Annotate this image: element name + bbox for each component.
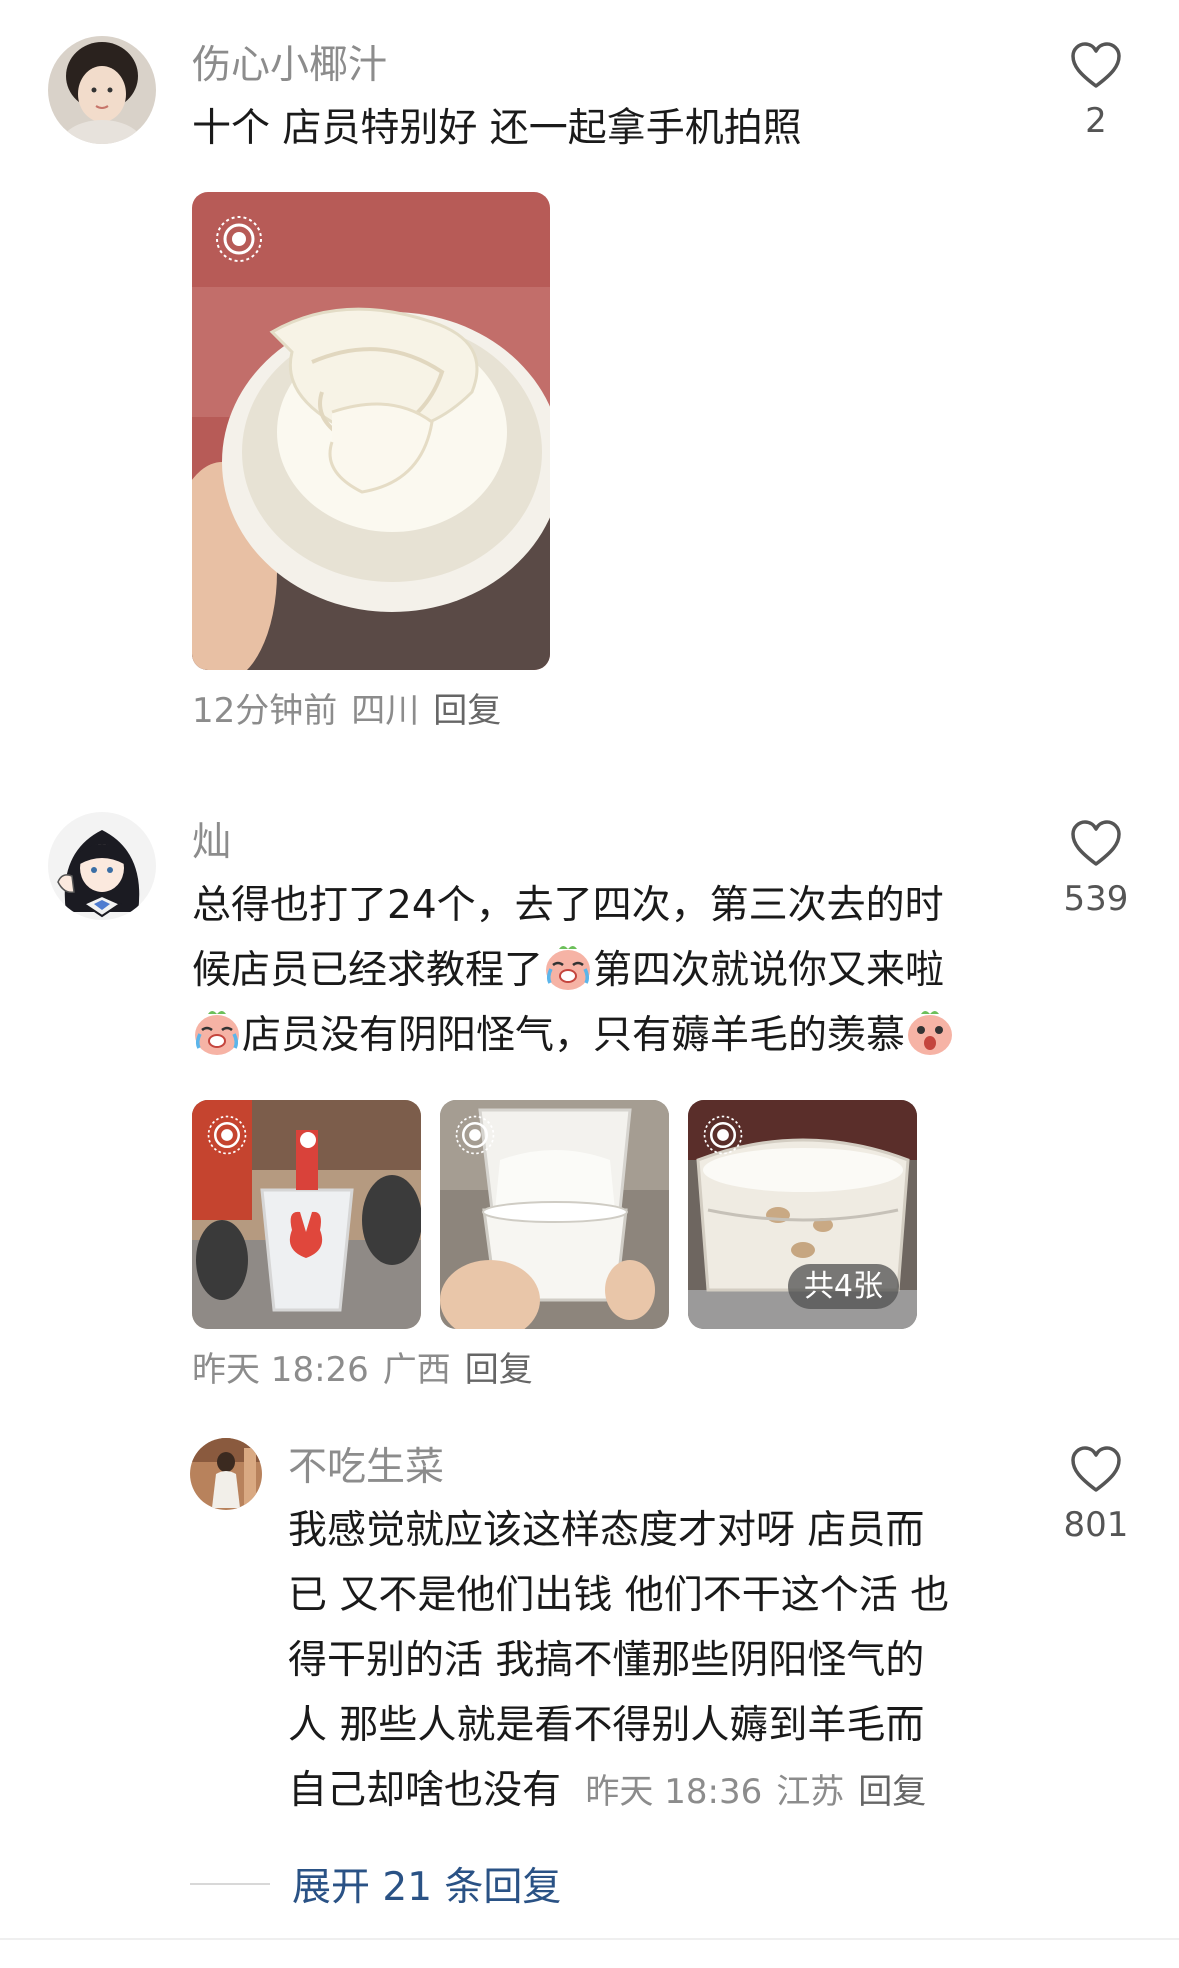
comment-text: 十个 店员特别好 还一起拿手机拍照: [192, 106, 802, 151]
avatar[interactable]: [48, 36, 156, 144]
comment-time: 昨天 18:26: [192, 1350, 369, 1390]
like-button[interactable]: 801: [1056, 1446, 1136, 1542]
reply-time: 昨天 18:36: [585, 1772, 763, 1812]
reply-button[interactable]: 回复: [433, 691, 501, 731]
comment-image[interactable]: [192, 192, 550, 670]
comment-segment: 第四次就说你又来啦: [593, 948, 945, 993]
live-photo-icon: [207, 1115, 247, 1155]
comment-meta: 12分钟前 四川 回复: [192, 694, 515, 728]
expand-replies[interactable]: 展开 21 条回复: [190, 1856, 561, 1912]
reply-line: 已 又不是他们出钱 他们不干这个活 也: [288, 1573, 950, 1618]
comment-segment: 店员没有阴阳怪气，只有薅羊毛的羡慕: [242, 1013, 906, 1058]
live-photo-icon: [703, 1115, 743, 1155]
heart-outline-icon: [1071, 1446, 1121, 1492]
comment-line: 店员没有阴阳怪气，只有薅羊毛的羡慕: [192, 1003, 955, 1068]
reply-location: 江苏: [776, 1772, 845, 1812]
comment-time: 12分钟前: [192, 691, 338, 731]
reply-button[interactable]: 回复: [465, 1350, 533, 1390]
avatar[interactable]: [190, 1438, 262, 1510]
reply-line: 人 那些人就是看不得别人薅到羊毛而: [288, 1703, 925, 1748]
comment-username[interactable]: 伤心小椰汁: [192, 46, 387, 85]
like-count: 539: [1063, 879, 1129, 919]
like-count: 801: [1063, 1505, 1129, 1545]
comment-image[interactable]: 共4张: [688, 1100, 917, 1329]
comment-segment: 候店员已经求教程了: [192, 948, 544, 993]
live-photo-icon: [216, 216, 262, 262]
reply-line: 自己却啥也没有 昨天 18:36 江苏 回复: [288, 1758, 949, 1823]
comment-text: 总得也打了24个，去了四次，第三次去的时 候店员已经求教程了 第四次就说你又来啦…: [192, 873, 955, 1068]
expand-replies-label[interactable]: 展开 21 条回复: [292, 1856, 561, 1912]
divider: [0, 1938, 1179, 1940]
reply-username[interactable]: 不吃生菜: [288, 1448, 444, 1487]
comment-meta: 昨天 18:26 广西 回复: [192, 1353, 547, 1387]
live-photo-icon: [455, 1115, 495, 1155]
heart-outline-icon: [1071, 820, 1121, 866]
divider: [190, 1883, 270, 1885]
reply-line: 得干别的活 我搞不懂那些阴阳怪气的: [288, 1638, 925, 1683]
comment-image[interactable]: [440, 1100, 669, 1329]
reply-line: 我感觉就应该这样态度才对呀 店员而: [288, 1508, 925, 1553]
reply-button[interactable]: 回复: [858, 1772, 926, 1812]
reply-meta: 昨天 18:36 江苏 回复: [585, 1772, 940, 1812]
comment-username[interactable]: 灿: [192, 823, 231, 862]
reply-segment: 自己却啥也没有: [288, 1768, 562, 1813]
like-button[interactable]: 2: [1056, 42, 1136, 138]
heart-outline-icon: [1071, 42, 1121, 88]
shocked-face-icon: [908, 1011, 953, 1055]
photo-count-badge: 共4张: [787, 1264, 899, 1309]
like-count: 2: [1085, 101, 1107, 141]
like-button[interactable]: 539: [1056, 820, 1136, 916]
comment-location: 四川: [351, 691, 420, 731]
comment-location: 广西: [382, 1350, 451, 1390]
comment-line: 总得也打了24个，去了四次，第三次去的时: [192, 883, 944, 928]
reply-text: 我感觉就应该这样态度才对呀 店员而 已 又不是他们出钱 他们不干这个活 也 得干…: [288, 1498, 949, 1823]
crying-laughing-face-icon: [546, 946, 591, 990]
comment-line: 候店员已经求教程了 第四次就说你又来啦: [192, 938, 955, 1003]
comment-image[interactable]: [192, 1100, 421, 1329]
avatar[interactable]: [48, 812, 156, 920]
crying-laughing-face-icon: [195, 1011, 239, 1055]
